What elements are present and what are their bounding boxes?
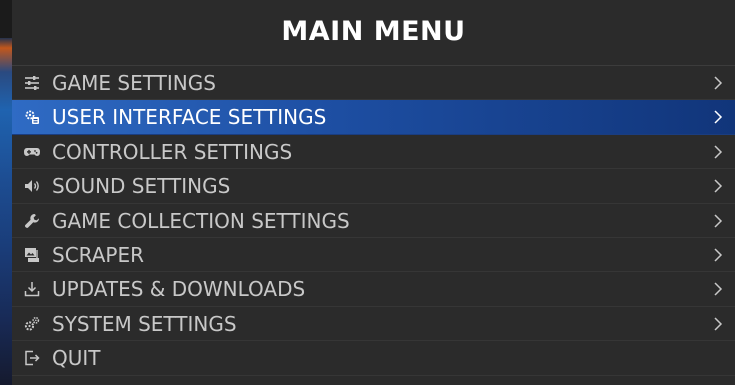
download-icon	[24, 281, 40, 297]
menu-title: MAIN MENU	[281, 16, 466, 47]
chevron-right-icon	[713, 144, 723, 160]
menu-item-label: SCRAPER	[52, 242, 145, 267]
speaker-icon	[24, 178, 40, 194]
chevron-right-icon	[713, 316, 723, 332]
menu-item-label: SYSTEM SETTINGS	[52, 311, 237, 336]
exit-icon	[24, 350, 40, 366]
sliders-icon	[24, 75, 40, 91]
menu-item-label: GAME SETTINGS	[52, 71, 216, 95]
menu-item-label: GAME COLLECTION SETTINGS	[52, 208, 350, 233]
chevron-right-icon	[713, 109, 723, 125]
chevron-right-icon	[713, 247, 723, 263]
background-game-art	[0, 0, 12, 385]
menu-item-label: SOUND SETTINGS	[52, 174, 231, 199]
menu-item-game-collection-settings[interactable]: GAME COLLECTION SETTINGS	[12, 204, 735, 238]
chevron-right-icon	[713, 281, 723, 297]
menu-item-label: UPDATES & DOWNLOADS	[52, 277, 306, 302]
menu-item-game-settings[interactable]: GAME SETTINGS	[12, 66, 735, 101]
wrench-icon	[24, 213, 40, 229]
chevron-right-icon	[713, 213, 723, 229]
menu-item-updates-downloads[interactable]: UPDATES & DOWNLOADS	[12, 272, 735, 307]
scraper-icon	[24, 247, 40, 263]
menu-item-label: QUIT	[52, 346, 101, 371]
menu-item-scraper[interactable]: SCRAPER	[12, 238, 735, 273]
menu-item-label: USER INTERFACE SETTINGS	[52, 105, 327, 130]
menu-item-quit[interactable]: QUIT	[12, 341, 735, 376]
menu-item-label: CONTROLLER SETTINGS	[52, 139, 293, 164]
gears-icon	[24, 316, 40, 332]
main-menu-panel: MAIN MENU GAME SETTINGS USER INTERFACE S…	[12, 0, 735, 385]
menu-item-sound-settings[interactable]: SOUND SETTINGS	[12, 169, 735, 204]
menu-item-system-settings[interactable]: SYSTEM SETTINGS	[12, 307, 735, 342]
chevron-right-icon	[713, 178, 723, 194]
menu-item-user-interface-settings[interactable]: USER INTERFACE SETTINGS	[12, 100, 735, 135]
menu-item-controller-settings[interactable]: CONTROLLER SETTINGS	[12, 135, 735, 170]
chevron-right-icon	[713, 75, 723, 91]
menu-list: GAME SETTINGS USER INTERFACE SETTINGS CO…	[12, 66, 735, 376]
gamepad-icon	[24, 144, 40, 160]
ui-settings-icon	[24, 109, 40, 125]
